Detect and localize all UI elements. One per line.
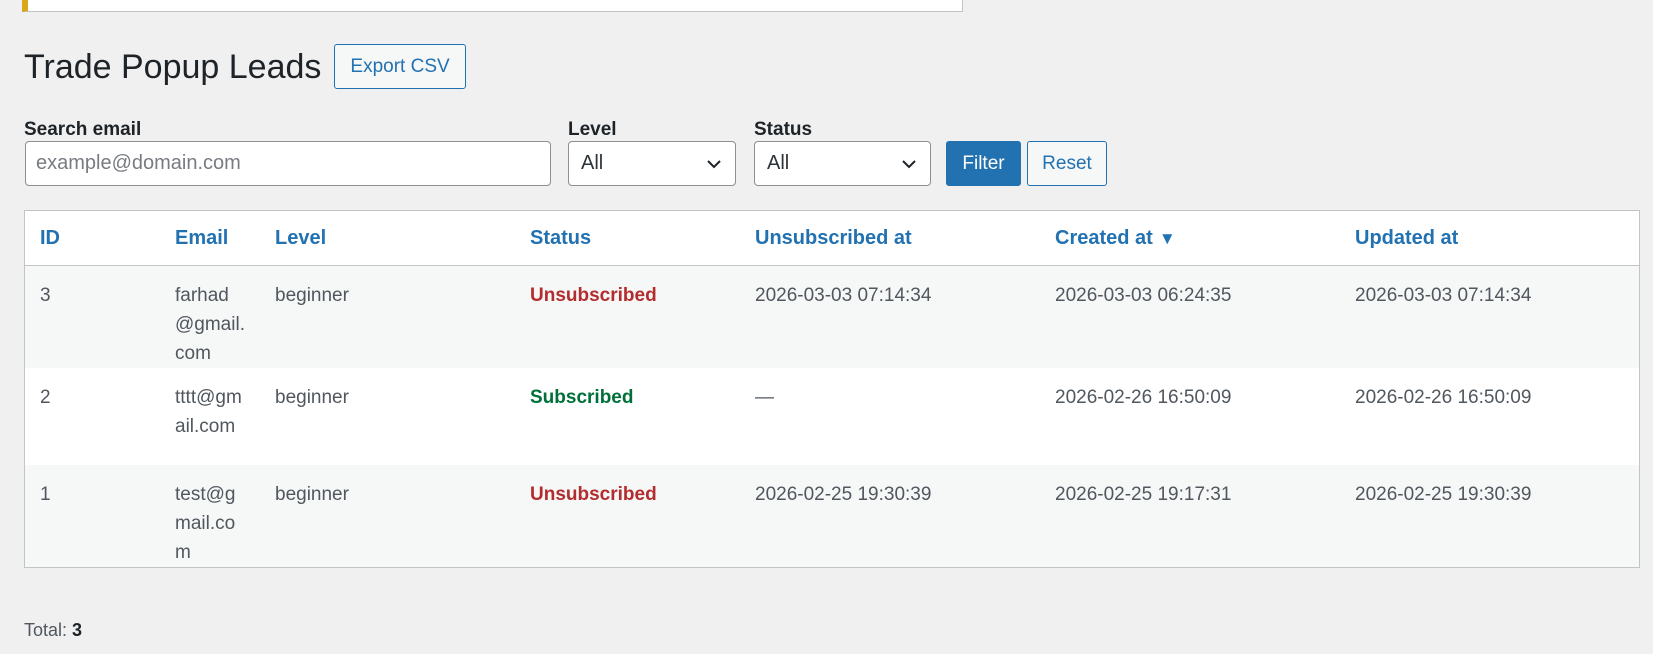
cell-created-at: 2026-02-25 19:17:31 xyxy=(1055,484,1232,505)
table-row: 2 tttt@gmail.com beginner Subscribed — 2… xyxy=(25,368,1639,465)
cell-created-at: 2026-02-26 16:50:09 xyxy=(1055,387,1232,408)
status-badge: Unsubscribed xyxy=(530,484,657,505)
status-badge: Unsubscribed xyxy=(530,285,657,306)
cell-level: beginner xyxy=(275,484,349,505)
total-value: 3 xyxy=(72,620,83,640)
table-row: 1 test@gmail.com beginner Unsubscribed 2… xyxy=(25,465,1639,567)
total-count: Total: 3 xyxy=(24,620,82,641)
cell-unsubscribed-at: 2026-02-25 19:30:39 xyxy=(755,484,932,505)
leads-table: ID Email Level Status Unsubscribed at Cr… xyxy=(24,210,1640,568)
cell-id: 2 xyxy=(40,387,51,408)
column-header-created-at[interactable]: Created at ▼ xyxy=(1040,211,1340,266)
cell-created-at: 2026-03-03 06:24:35 xyxy=(1055,285,1232,306)
filter-button[interactable]: Filter xyxy=(946,141,1021,186)
notice-box xyxy=(22,0,963,12)
status-group: Status All xyxy=(754,119,931,186)
cell-email: farhad@gmail.com xyxy=(175,285,245,364)
total-label: Total: xyxy=(24,620,68,640)
search-email-input[interactable] xyxy=(25,141,551,186)
status-select-value: All xyxy=(767,152,790,174)
level-select[interactable]: All xyxy=(568,141,736,186)
title-row: Trade Popup Leads Export CSV xyxy=(24,44,466,89)
cell-email: tttt@gmail.com xyxy=(175,387,242,437)
created-at-label: Created at xyxy=(1055,226,1153,249)
column-header-level[interactable]: Level xyxy=(260,211,515,266)
export-csv-button[interactable]: Export CSV xyxy=(334,44,466,89)
sort-desc-icon: ▼ xyxy=(1158,228,1176,248)
column-header-status[interactable]: Status xyxy=(515,211,740,266)
search-email-label: Search email xyxy=(24,119,142,140)
cell-updated-at: 2026-03-03 07:14:34 xyxy=(1355,285,1532,306)
cell-level: beginner xyxy=(275,387,349,408)
table-header-row: ID Email Level Status Unsubscribed at Cr… xyxy=(25,211,1639,266)
search-email-group: Search email xyxy=(24,119,554,186)
status-select[interactable]: All xyxy=(754,141,931,186)
status-label: Status xyxy=(754,119,813,140)
cell-updated-at: 2026-02-25 19:30:39 xyxy=(1355,484,1532,505)
chevron-down-icon xyxy=(707,159,721,168)
cell-updated-at: 2026-02-26 16:50:09 xyxy=(1355,387,1532,408)
column-header-updated-at[interactable]: Updated at xyxy=(1340,211,1639,266)
cell-level: beginner xyxy=(275,285,349,306)
level-label: Level xyxy=(568,119,617,140)
chevron-down-icon xyxy=(902,159,916,168)
column-header-id[interactable]: ID xyxy=(25,211,160,266)
cell-unsubscribed-at: — xyxy=(755,387,774,408)
cell-id: 1 xyxy=(40,484,51,505)
page-title: Trade Popup Leads xyxy=(24,47,322,86)
level-group: Level All xyxy=(568,119,736,186)
status-badge: Subscribed xyxy=(530,387,634,408)
table-row: 3 farhad@gmail.com beginner Unsubscribed… xyxy=(25,265,1639,368)
cell-email: test@gmail.com xyxy=(175,484,236,563)
cell-id: 3 xyxy=(40,285,51,306)
level-select-value: All xyxy=(581,152,604,174)
column-header-email[interactable]: Email xyxy=(160,211,260,266)
cell-unsubscribed-at: 2026-03-03 07:14:34 xyxy=(755,285,932,306)
reset-button[interactable]: Reset xyxy=(1027,141,1107,186)
column-header-unsubscribed-at[interactable]: Unsubscribed at xyxy=(740,211,1040,266)
